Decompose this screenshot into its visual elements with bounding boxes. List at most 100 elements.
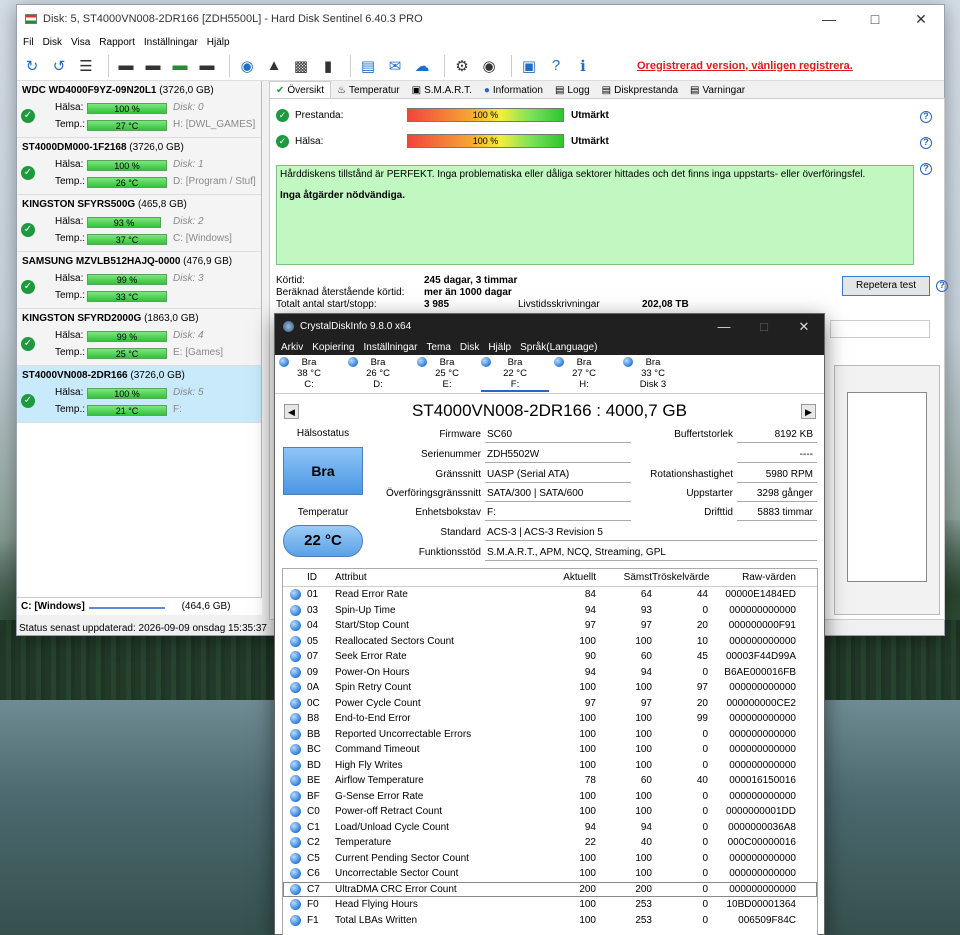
menu-disk[interactable]: Disk: [43, 37, 62, 48]
network-icon[interactable]: ☁: [411, 55, 433, 77]
smart-row[interactable]: 04 Start/Stop Count 97 97 20 000000000F91: [283, 618, 817, 634]
cdi-menu-kopiering[interactable]: Kopiering: [312, 342, 354, 353]
volume-bar[interactable]: C: [Windows] (464,6 GB): [17, 597, 262, 615]
unregistered-link[interactable]: Oregistrerad version, vänligen registrer…: [637, 60, 853, 72]
hds-titlebar[interactable]: Disk: 5, ST4000VN008-2DR166 [ZDH5500L] -…: [17, 5, 944, 33]
cdi-disk-tab[interactable]: Bra 38 °C C:: [279, 357, 339, 390]
disk-settings-icon[interactable]: ▬: [196, 55, 218, 77]
smart-row[interactable]: C0 Power-off Retract Count 100 100 0 00000000…: [283, 804, 817, 820]
tab-information[interactable]: ● Information: [478, 81, 549, 99]
header-current[interactable]: Aktuellt: [540, 572, 596, 583]
cdi-minimize-button[interactable]: —: [704, 319, 744, 334]
hds-toolbar: ↻ ↺ ☰ ▬ ▬ ▬ ▬ ◉ ▲ ▩ ▮ ▤ ✉ ☁ ⚙ ◉ ▣ ? ℹ Or…: [17, 51, 944, 81]
smart-row[interactable]: 05 Reallocated Sectors Count 100 100 10 00000…: [283, 634, 817, 650]
cdi-menu-tema[interactable]: Tema: [426, 342, 450, 353]
cdi-disk-tab-active[interactable]: Bra 22 °C F:: [481, 357, 549, 392]
cdi-disk-tab[interactable]: Bra 26 °C D:: [348, 357, 408, 390]
smart-row[interactable]: 01 Read Error Rate 84 64 44 00000E1484ED: [283, 587, 817, 603]
smart-row[interactable]: 0C Power Cycle Count 97 97 20 000000000CE2: [283, 696, 817, 712]
header-threshold[interactable]: Tröskelvärde: [652, 572, 709, 583]
cdi-disk-tab[interactable]: Bra 27 °C H:: [554, 357, 614, 390]
close-button[interactable]: ✕: [898, 11, 944, 28]
cdi-menu-hjalp[interactable]: Hjälp: [488, 342, 511, 353]
globe-icon[interactable]: ◉: [236, 55, 258, 77]
info-icon[interactable]: ℹ: [572, 55, 594, 77]
smart-row[interactable]: C7 UltraDMA CRC Error Count 200 200 0 0000000…: [283, 881, 817, 897]
smart-row[interactable]: F1 Total LBAs Written 100 253 0 006509F84C: [283, 913, 817, 929]
disk-check-icon[interactable]: ▬: [169, 55, 191, 77]
tab-varningar[interactable]: ▤ Varningar: [684, 81, 751, 99]
help-icon[interactable]: ?: [920, 163, 932, 175]
drive-icon[interactable]: ▩: [290, 55, 312, 77]
smart-row[interactable]: BB Reported Uncorrectable Errors 100 100 0 00…: [283, 727, 817, 743]
smart-row[interactable]: 03 Spin-Up Time 94 93 0 000000000000: [283, 603, 817, 619]
cdi-menu-arkiv[interactable]: Arkiv: [281, 342, 303, 353]
list-icon[interactable]: ☰: [75, 55, 97, 77]
refresh-all-icon[interactable]: ↺: [48, 55, 70, 77]
smart-worst: 100: [635, 868, 652, 880]
smart-worst: 94: [640, 821, 652, 833]
camera-icon[interactable]: ▣: [518, 55, 540, 77]
cdi-titlebar[interactable]: CrystalDiskInfo 9.8.0 x64 — □ ✕: [275, 314, 824, 339]
gear-icon[interactable]: ⚙: [451, 55, 473, 77]
health-status-button[interactable]: Bra: [283, 447, 363, 495]
disk-list-item-selected[interactable]: ST4000VN008-2DR166 (3726,0 GB) ✓ Hälsa: …: [17, 366, 261, 423]
header-worst[interactable]: Sämst: [596, 572, 652, 583]
menu-hjalp[interactable]: Hjälp: [207, 37, 230, 48]
usb-icon[interactable]: ▮: [317, 55, 339, 77]
maximize-button[interactable]: □: [852, 11, 898, 27]
mail-icon[interactable]: ✉: [384, 55, 406, 77]
smart-row[interactable]: C5 Current Pending Sector Count 100 100 0 000…: [283, 851, 817, 867]
disk-list-item[interactable]: KINGSTON SFYRS500G (465,8 GB) ✓ Hälsa: 9…: [17, 195, 261, 252]
help-icon[interactable]: ?: [545, 55, 567, 77]
cdi-disk-tab[interactable]: Bra 33 °C Disk 3: [623, 357, 683, 390]
smart-row[interactable]: B8 End-to-End Error 100 100 99 000000000000: [283, 711, 817, 727]
menu-installningar[interactable]: Inställningar: [144, 37, 198, 48]
header-raw[interactable]: Raw-värden: [708, 572, 802, 583]
smart-row[interactable]: BF G-Sense Error Rate 100 100 0 000000000000: [283, 789, 817, 805]
smart-row[interactable]: BD High Fly Writes 100 100 0 000000000000: [283, 758, 817, 774]
refresh-icon[interactable]: ↻: [21, 55, 43, 77]
header-id[interactable]: ID: [307, 572, 335, 583]
minimize-button[interactable]: —: [806, 11, 852, 27]
menu-fil[interactable]: Fil: [23, 37, 34, 48]
header-attribute[interactable]: Attribut: [335, 572, 540, 583]
speaker-icon[interactable]: ◉: [478, 55, 500, 77]
help-icon[interactable]: ?: [936, 280, 948, 292]
repeat-test-button[interactable]: Repetera test: [842, 276, 930, 296]
cdi-menu-language[interactable]: Språk(Language): [520, 342, 597, 353]
smart-row[interactable]: 07 Seek Error Rate 90 60 45 00003F44D99A: [283, 649, 817, 665]
cdi-disk-tab[interactable]: Bra 25 °C E:: [417, 357, 477, 390]
disk-list-item[interactable]: ST4000DM000-1F2168 (3726,0 GB) ✓ Hälsa: …: [17, 138, 261, 195]
smart-row[interactable]: BC Command Timeout 100 100 0 000000000000: [283, 742, 817, 758]
cdi-maximize-button[interactable]: □: [744, 319, 784, 334]
next-disk-button[interactable]: ▶: [801, 404, 816, 419]
smart-row[interactable]: C2 Temperature 22 40 0 000C00000016: [283, 835, 817, 851]
menu-rapport[interactable]: Rapport: [99, 37, 135, 48]
menu-visa[interactable]: Visa: [71, 37, 90, 48]
cdi-menu-disk[interactable]: Disk: [460, 342, 479, 353]
tab-smart[interactable]: ▣ S.M.A.R.T.: [406, 81, 478, 99]
disk-list-item[interactable]: KINGSTON SFYRD2000G (1863,0 GB) ✓ Hälsa:…: [17, 309, 261, 366]
disk-clock-icon[interactable]: ▬: [142, 55, 164, 77]
smart-row[interactable]: C6 Uncorrectable Sector Count 100 100 0 00000…: [283, 866, 817, 882]
tab-oversikt[interactable]: ✔ Översikt: [269, 81, 332, 99]
smart-row[interactable]: BE Airflow Temperature 78 60 40 000016150016: [283, 773, 817, 789]
smart-row[interactable]: C1 Load/Unload Cycle Count 94 94 0 0000000036…: [283, 820, 817, 836]
report-icon[interactable]: ▤: [357, 55, 379, 77]
disk-list-item[interactable]: WDC WD4000F9YZ-09N20L1 (3726,0 GB) ✓ Häl…: [17, 81, 261, 138]
disk-list-item[interactable]: SAMSUNG MZVLB512HAJQ-0000 (476,9 GB) ✓ H…: [17, 252, 261, 309]
smart-row[interactable]: 09 Power-On Hours 94 94 0 B6AE000016FB: [283, 665, 817, 681]
tab-diskprestanda[interactable]: ▤ Diskprestanda: [596, 81, 684, 99]
smart-attribute: Power Cycle Count: [335, 697, 421, 709]
smart-row[interactable]: 0A Spin Retry Count 100 100 97 000000000000: [283, 680, 817, 696]
cdi-menu-installningar[interactable]: Inställningar: [364, 342, 418, 353]
help-icon[interactable]: ?: [920, 111, 932, 123]
tab-logg[interactable]: ▤ Logg: [549, 81, 596, 99]
smart-row[interactable]: F0 Head Flying Hours 100 253 0 10BD00001364: [283, 897, 817, 913]
cdi-close-button[interactable]: ✕: [784, 319, 824, 335]
disk-test-icon[interactable]: ▬: [115, 55, 137, 77]
tab-temperatur[interactable]: ♨ Temperatur: [331, 81, 406, 99]
help-icon[interactable]: ?: [920, 137, 932, 149]
warning-triangle-icon[interactable]: ▲: [263, 55, 285, 77]
